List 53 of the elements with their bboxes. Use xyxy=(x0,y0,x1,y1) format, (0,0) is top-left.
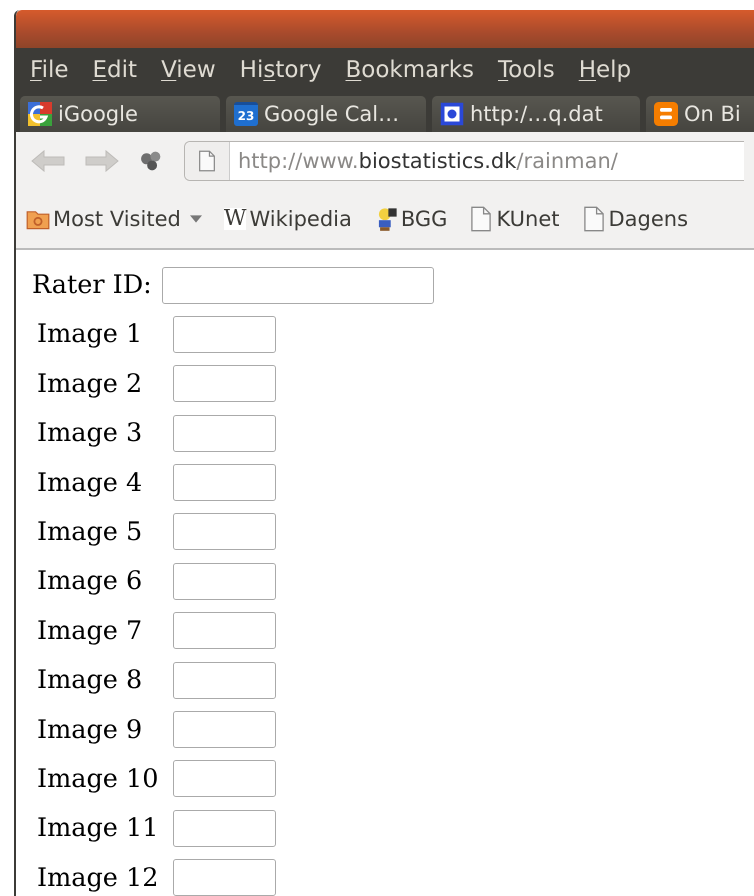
field-label: Image 6 xyxy=(37,566,144,596)
bookmark[interactable]: BGG xyxy=(374,206,448,232)
input-field[interactable] xyxy=(173,760,276,798)
colored-blocks-icon xyxy=(28,102,52,126)
input-field[interactable] xyxy=(173,711,276,748)
input-field[interactable] xyxy=(173,464,276,502)
menu-item[interactable]: File xyxy=(30,57,68,83)
field-label: Image 4 xyxy=(37,468,144,498)
field-label: Image 5 xyxy=(37,516,144,547)
circles-icon[interactable] xyxy=(140,150,162,172)
browser-tab[interactable]: http:/…q.dat xyxy=(432,96,640,132)
bookmark[interactable]: WWikipedia xyxy=(224,207,352,231)
field-label: Image 8 xyxy=(37,665,144,696)
input-field[interactable] xyxy=(173,316,276,353)
field-label: Image 10 xyxy=(37,764,160,794)
browser-tab[interactable]: On Bi xyxy=(646,96,754,132)
input-field[interactable] xyxy=(173,810,276,847)
bookmark[interactable]: KUnet xyxy=(469,206,560,232)
menu-item[interactable]: Bookmarks xyxy=(346,57,474,83)
field-label: Image 7 xyxy=(37,616,144,646)
field-label: Rater ID: xyxy=(32,270,152,300)
page-icon xyxy=(582,206,606,232)
input-field[interactable] xyxy=(173,662,276,699)
input-field[interactable] xyxy=(173,365,276,402)
field-label: Image 1 xyxy=(37,319,144,350)
menu-item[interactable]: Tools xyxy=(498,57,555,83)
address-field[interactable]: http://www.biostatistics.dk/rainman/ xyxy=(184,141,744,181)
field-label: Image 9 xyxy=(37,714,144,745)
calendar-icon: 23 xyxy=(234,102,258,126)
browser-tab[interactable]: iGoogle xyxy=(20,96,220,132)
menu-item[interactable]: History xyxy=(240,57,322,83)
input-field[interactable] xyxy=(173,513,276,550)
input-field[interactable] xyxy=(173,859,276,896)
field-label: Image 11 xyxy=(37,813,160,844)
browser-tab[interactable]: 23 Google Cal… xyxy=(226,96,426,132)
page-icon xyxy=(469,206,494,232)
menu-item[interactable]: Help xyxy=(578,57,632,83)
field-label: Image 12 xyxy=(37,862,160,893)
field-label: Image 3 xyxy=(37,418,144,448)
input-field[interactable] xyxy=(173,414,276,452)
menu-item[interactable]: View xyxy=(161,57,216,83)
page-icon xyxy=(198,150,216,172)
field-label: Image 2 xyxy=(37,368,144,399)
menu-item[interactable]: Edit xyxy=(92,57,138,83)
document-icon xyxy=(440,102,464,126)
bookmark[interactable]: Most Visited xyxy=(26,206,202,232)
bookmark[interactable]: Dagens xyxy=(582,206,688,232)
blog-icon xyxy=(654,102,678,126)
caret-icon xyxy=(190,215,202,223)
input-field[interactable] xyxy=(173,562,276,600)
input-field[interactable] xyxy=(173,612,276,650)
input-field[interactable] xyxy=(162,266,434,304)
wiki-icon: W xyxy=(224,208,246,230)
